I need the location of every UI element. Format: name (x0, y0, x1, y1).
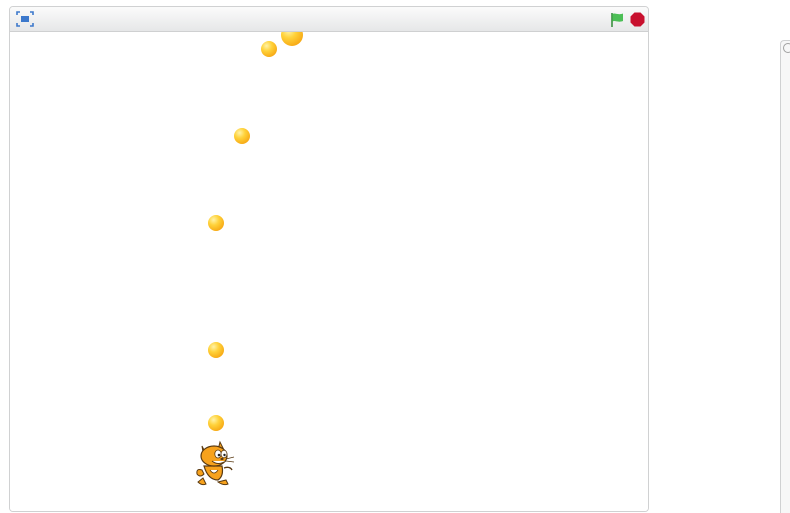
ball-sprite[interactable] (208, 342, 224, 358)
ball-sprite[interactable] (281, 32, 303, 46)
ball-sprite[interactable] (208, 215, 224, 231)
stage-header (10, 7, 648, 32)
green-flag-icon[interactable] (610, 12, 625, 28)
ball-sprite[interactable] (261, 41, 277, 57)
ball-sprite[interactable] (234, 128, 250, 144)
fullscreen-icon[interactable] (16, 11, 34, 27)
stage-frame (9, 6, 649, 512)
sprite-side-panel (780, 40, 790, 513)
ball-sprite[interactable] (208, 415, 224, 431)
cat-sprite[interactable] (194, 440, 238, 488)
stage-canvas[interactable] (10, 32, 648, 511)
search-icon[interactable] (783, 43, 790, 53)
scratch-page (0, 0, 790, 513)
stop-sign-icon[interactable] (630, 12, 645, 27)
